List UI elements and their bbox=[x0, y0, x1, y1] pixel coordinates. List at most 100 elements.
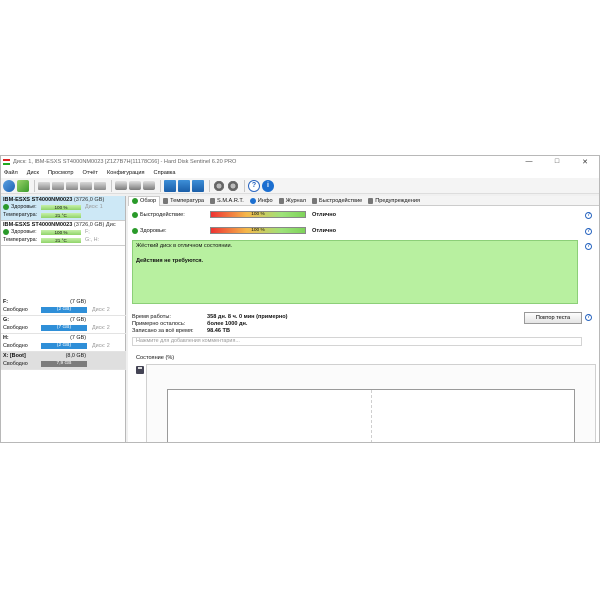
help-icon[interactable]: ? bbox=[585, 243, 592, 250]
partition-item[interactable]: G: (7 GB) Свободно (7 GB) Диск: 2 bbox=[1, 316, 126, 334]
help-icon[interactable]: ? bbox=[248, 179, 260, 192]
ok-icon bbox=[132, 198, 138, 204]
disk-number: Диск: 1 bbox=[85, 204, 103, 210]
tab-performance[interactable]: Быстродействие bbox=[309, 197, 365, 204]
disk-temp-row: Температура: 21 °C G:, H: bbox=[3, 236, 123, 244]
status-action: Действия не требуются. bbox=[136, 258, 204, 264]
menu-bar: Файл Диск Просмотр Отчёт Конфигурация Сп… bbox=[1, 168, 599, 178]
disk-surface-icon[interactable] bbox=[143, 181, 155, 190]
health-label: Здоровье: bbox=[140, 227, 167, 234]
toolbar-separator bbox=[160, 179, 161, 192]
menu-file[interactable]: Файл bbox=[4, 170, 18, 176]
disk-stats: Время работы: 358 дн. 8 ч. 0 мин (пример… bbox=[132, 314, 288, 335]
uptime-label: Время работы: bbox=[132, 314, 171, 320]
help-icon[interactable]: ? bbox=[585, 212, 592, 219]
menu-configuration[interactable]: Конфигурация bbox=[107, 170, 145, 176]
comment-field[interactable]: Нажмите для добавления комментария... bbox=[132, 337, 582, 346]
tab-temperature[interactable]: Температура bbox=[160, 197, 207, 204]
menu-report[interactable]: Отчёт bbox=[82, 170, 98, 176]
performance-icon bbox=[312, 197, 318, 204]
log-icon bbox=[278, 197, 284, 204]
maximize-button[interactable]: □ bbox=[543, 158, 571, 166]
disk-partitions: F; bbox=[85, 229, 90, 235]
info-icon[interactable]: i bbox=[262, 179, 274, 192]
partition-disk: Диск: 2 bbox=[92, 325, 110, 331]
partition-item[interactable]: H: (7 GB) Свободно (2 GB) Диск: 2 bbox=[1, 334, 126, 352]
smart-icon bbox=[210, 197, 216, 204]
mail-icon[interactable] bbox=[178, 179, 190, 192]
performance-result: Отлично bbox=[312, 211, 337, 218]
minimize-button[interactable]: — bbox=[515, 158, 543, 166]
toolbar-separator bbox=[111, 179, 112, 192]
partition-letter: G: bbox=[3, 317, 9, 323]
menu-disk[interactable]: Диск bbox=[27, 170, 39, 176]
partition-size: (7 GB) bbox=[70, 317, 86, 323]
partition-size: (7 GB) bbox=[70, 335, 86, 341]
free-space-bar: 7,9 GB bbox=[41, 361, 87, 367]
ok-icon bbox=[132, 211, 138, 218]
partition-letter: X: [Boot] bbox=[3, 353, 26, 359]
help-icon[interactable]: ? bbox=[585, 228, 592, 235]
status-box: Жёсткий диск в отличном состоянии. Дейст… bbox=[132, 240, 578, 304]
app-window: Диск: 1, IBM-ESXS ST4000NM0023 [Z1Z7B7H(… bbox=[0, 155, 600, 443]
disk-health-row: Здоровье: 100 % F; bbox=[3, 228, 123, 236]
disk-card[interactable]: IBM-ESXS ST4000NM0023 (3726,0 GB) Дис Зд… bbox=[1, 221, 125, 246]
tab-label: Обзор bbox=[140, 198, 157, 204]
partition-letter: F: bbox=[3, 299, 9, 305]
free-label: Свободно bbox=[3, 307, 28, 313]
overview-content: Быстродействие: 100 % Отлично ? Здоровье… bbox=[128, 206, 599, 442]
graph-plot-area bbox=[167, 389, 575, 442]
free-space-bar: (2 GB) bbox=[41, 307, 87, 313]
save-icon[interactable] bbox=[136, 366, 144, 374]
settings-icon[interactable] bbox=[213, 179, 225, 192]
disk-surface-icon[interactable] bbox=[115, 181, 127, 190]
menu-view[interactable]: Просмотр bbox=[48, 170, 74, 176]
health-bar: 100 % bbox=[41, 204, 81, 210]
tab-overview[interactable]: Обзор bbox=[128, 195, 161, 206]
free-label: Свободно bbox=[3, 325, 28, 331]
partition-disk: Диск: 2 bbox=[92, 307, 110, 313]
disk-test-icon[interactable] bbox=[94, 181, 106, 190]
tab-label: Предупреждения bbox=[375, 197, 420, 204]
tab-info[interactable]: Инфо bbox=[247, 197, 276, 204]
close-button[interactable]: ✕ bbox=[571, 158, 599, 166]
report-icon[interactable] bbox=[164, 179, 176, 192]
refresh-icon[interactable] bbox=[3, 179, 15, 192]
partition-item[interactable]: X: [Boot] (8,0 GB) Свободно 7,9 GB bbox=[1, 352, 126, 370]
drive-icon[interactable] bbox=[52, 181, 64, 190]
graph-gridline bbox=[371, 390, 372, 442]
toolbar-separator bbox=[244, 179, 245, 192]
tab-alerts[interactable]: Предупреждения bbox=[365, 197, 423, 204]
help-icon[interactable]: ? bbox=[585, 314, 592, 321]
free-label: Свободно bbox=[3, 361, 28, 367]
menu-help[interactable]: Справка bbox=[154, 170, 176, 176]
partition-list: F: (7 GB) Свободно (2 GB) Диск: 2 G: (7 … bbox=[1, 298, 126, 370]
status-text: Жёсткий диск в отличном состоянии. bbox=[136, 243, 233, 249]
retest-button[interactable]: Повтор теста bbox=[524, 312, 582, 324]
written-label: Записано за всё время: bbox=[132, 328, 194, 334]
health-bar: 100 % bbox=[210, 227, 306, 234]
refresh-all-icon[interactable] bbox=[17, 179, 29, 192]
disk-test-icon[interactable] bbox=[80, 181, 92, 190]
tab-smart[interactable]: S.M.A.R.T. bbox=[207, 197, 247, 204]
partition-item[interactable]: F: (7 GB) Свободно (2 GB) Диск: 2 bbox=[1, 298, 126, 316]
performance-label: Быстродействие: bbox=[140, 211, 185, 218]
ok-icon bbox=[132, 227, 138, 234]
send-icon[interactable] bbox=[192, 179, 204, 192]
gear-icon[interactable] bbox=[227, 179, 239, 192]
remaining-value: более 1000 дн. bbox=[207, 321, 248, 327]
ok-icon bbox=[3, 204, 9, 210]
disk-capacity: (3726,0 GB) bbox=[73, 197, 105, 203]
disk-temp-row: Температура: 21 °C bbox=[3, 211, 123, 219]
disk-surface-icon[interactable] bbox=[129, 181, 141, 190]
partition-disk: Диск: 2 bbox=[92, 343, 110, 349]
drive-icon[interactable] bbox=[66, 181, 78, 190]
app-icon bbox=[3, 159, 10, 165]
health-label: Здоровье: bbox=[11, 229, 37, 235]
disk-card[interactable]: IBM-ESXS ST4000NM0023 (3726,0 GB) Здоров… bbox=[1, 196, 125, 221]
tab-log[interactable]: Журнал bbox=[276, 197, 309, 204]
temp-bar: 21 °C bbox=[41, 237, 81, 243]
performance-bar: 100 % bbox=[210, 211, 306, 218]
drive-icon[interactable] bbox=[38, 181, 50, 190]
disk-capacity: (3726,0 GB) Дис bbox=[73, 222, 116, 228]
